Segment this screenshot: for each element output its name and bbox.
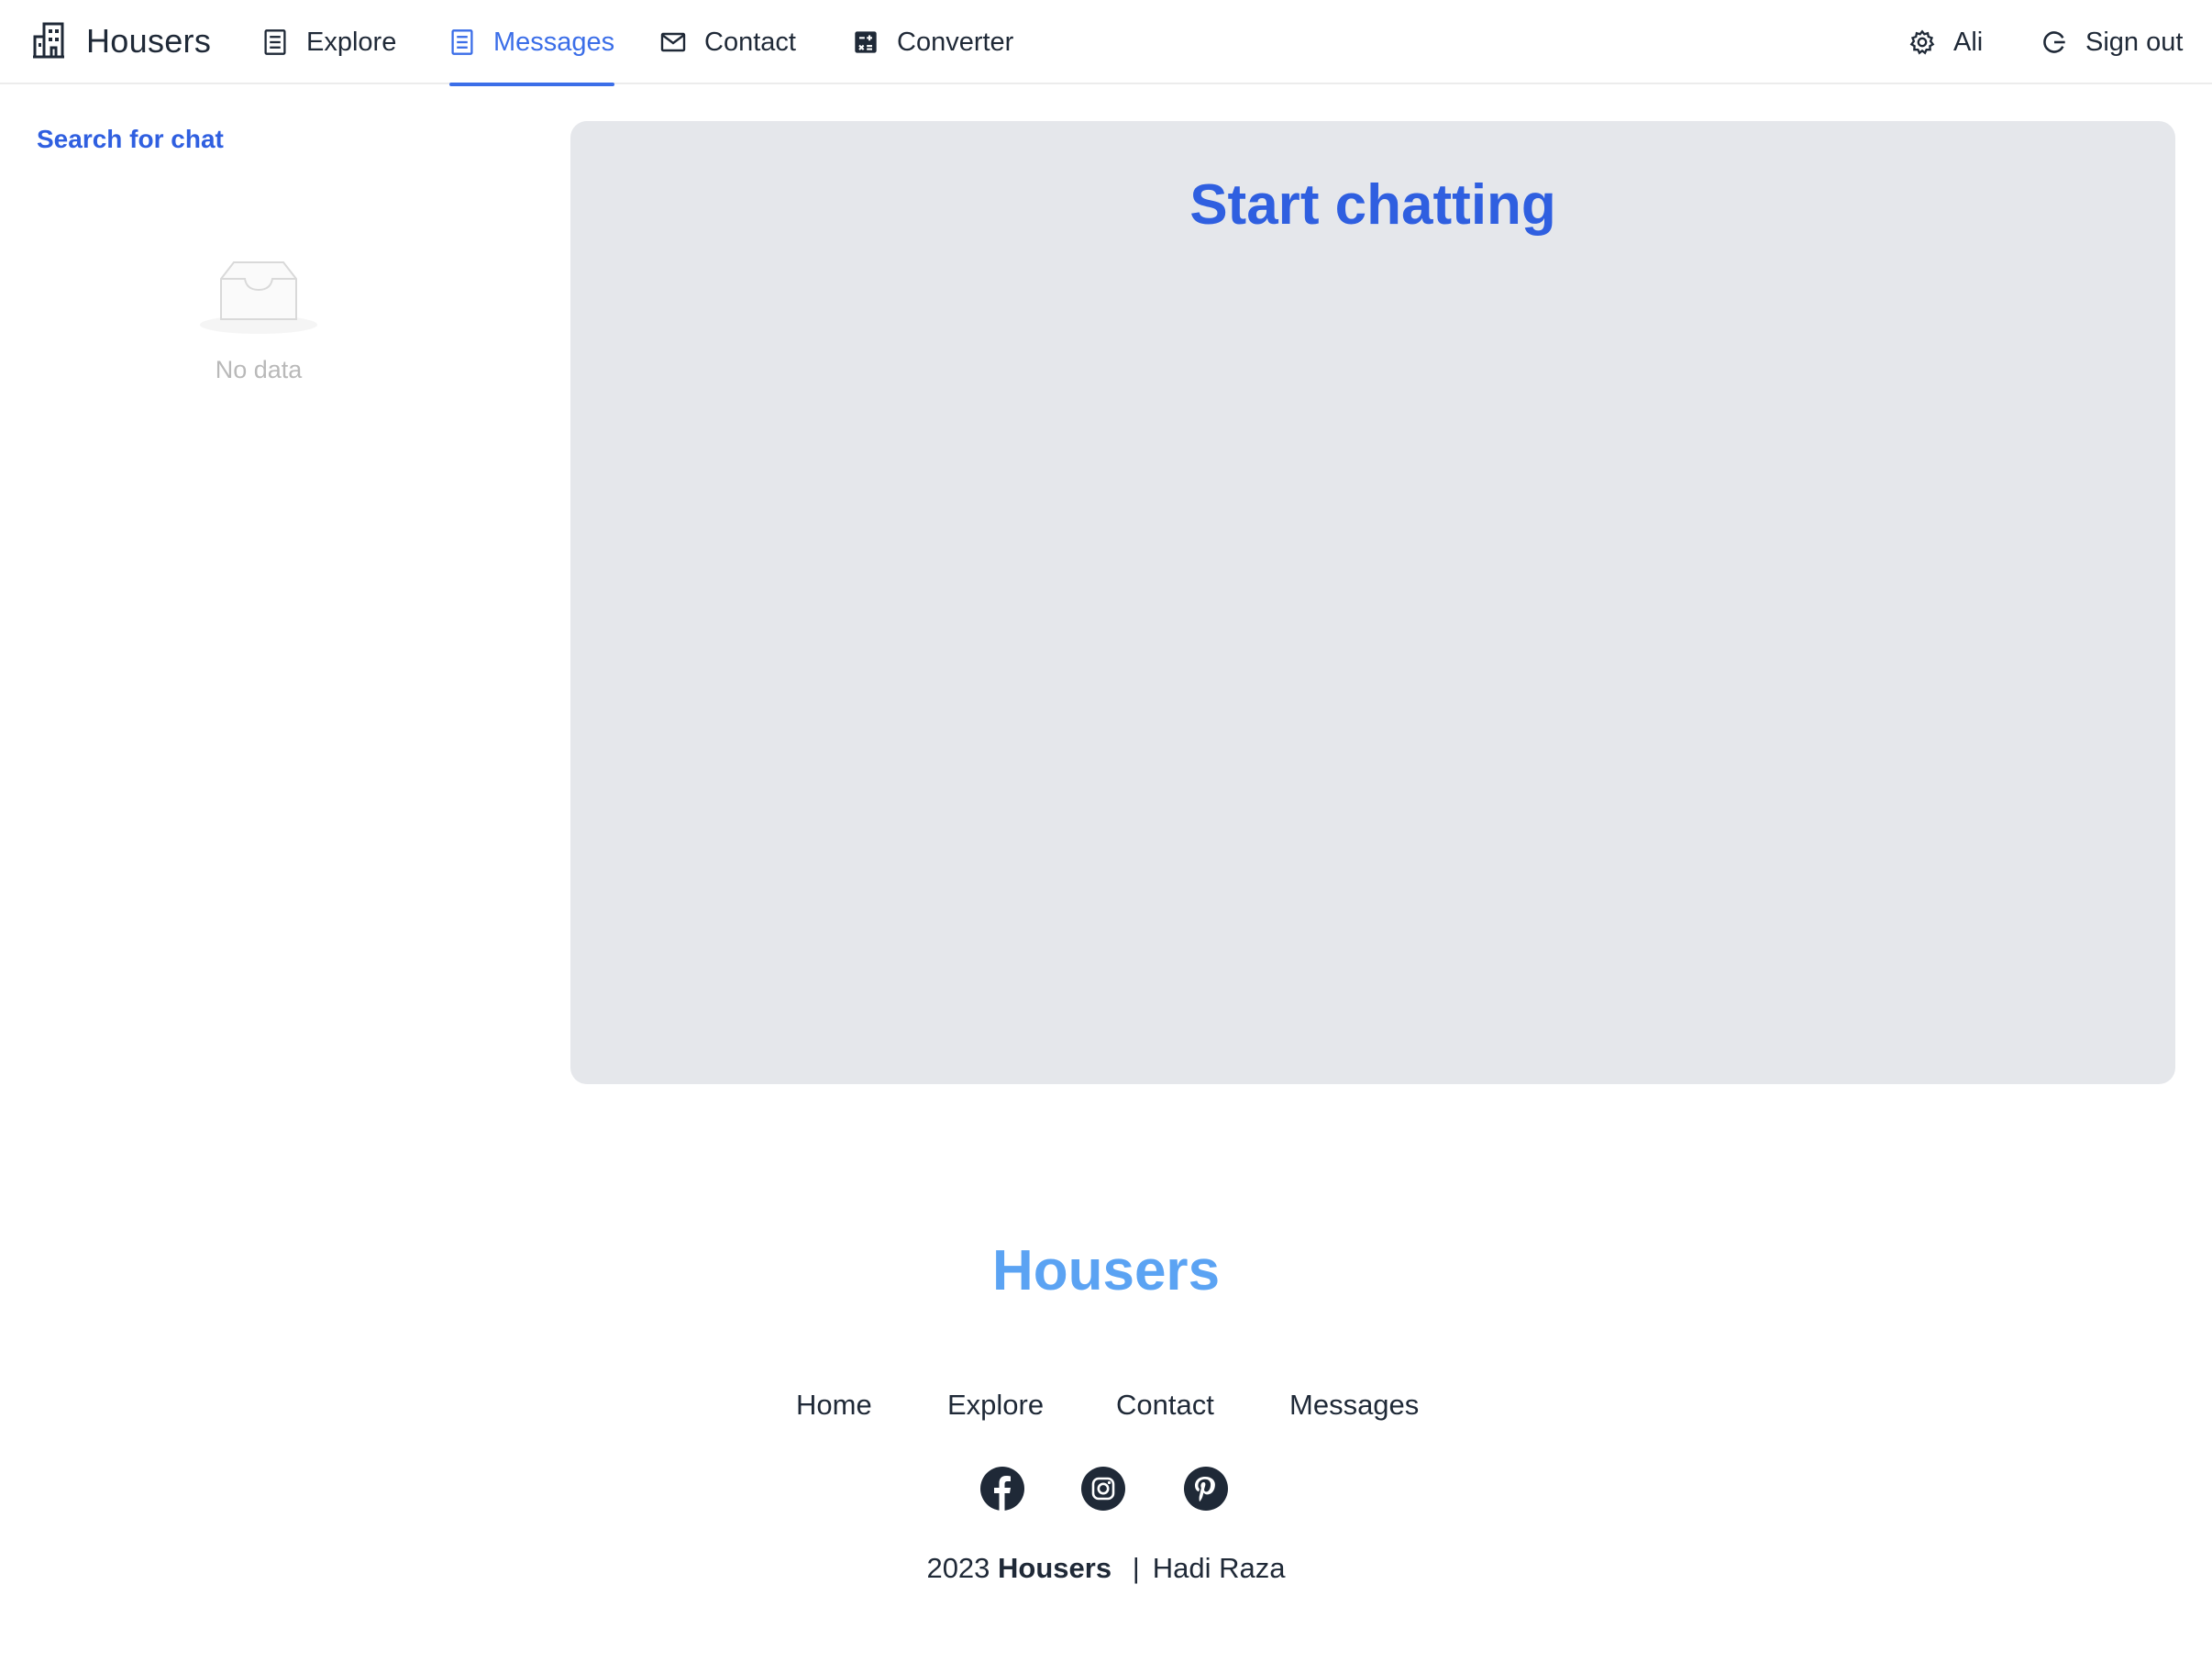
chat-panel: Start chatting	[570, 121, 2175, 1084]
nav-explore-label: Explore	[306, 27, 397, 57]
copyright-separator: |	[1132, 1552, 1140, 1584]
footer-link-contact[interactable]: Contact	[1116, 1389, 1214, 1422]
empty-chat-list: No data	[194, 259, 323, 384]
empty-inbox-icon	[200, 261, 317, 334]
pinterest-link[interactable]	[1183, 1466, 1229, 1512]
chat-title: Start chatting	[1189, 173, 1556, 237]
footer-link-home[interactable]: Home	[796, 1389, 872, 1422]
nav-explore[interactable]: Explore	[262, 0, 396, 84]
search-for-chat-link[interactable]: Search for chat	[37, 125, 224, 154]
gear-icon	[1909, 29, 1935, 55]
sign-out-label: Sign out	[2085, 27, 2184, 57]
calculator-icon	[855, 31, 877, 53]
copyright-brand: Housers	[998, 1552, 1112, 1584]
facebook-icon	[980, 1467, 1024, 1511]
no-data-text: No data	[215, 356, 303, 383]
nav-contact[interactable]: Contact	[660, 0, 796, 84]
nav-messages-label: Messages	[493, 27, 615, 57]
instagram-link[interactable]	[1080, 1466, 1126, 1512]
copyright-year: 2023	[926, 1552, 990, 1584]
building-icon	[31, 20, 66, 63]
sign-out-icon	[2043, 31, 2065, 53]
copyright-author: Hadi Raza	[1152, 1552, 1286, 1584]
nav-contact-label: Contact	[704, 27, 796, 57]
nav-converter[interactable]: Converter	[853, 0, 1013, 84]
envelope-icon	[660, 32, 686, 52]
building-list-icon	[264, 29, 286, 55]
footer-links: Home Explore Contact Messages	[0, 1389, 2212, 1427]
building-list-icon	[451, 29, 473, 55]
instagram-icon	[1081, 1467, 1125, 1511]
brand-logo-link[interactable]: Housers	[31, 17, 211, 66]
nav-messages[interactable]: Messages	[449, 0, 615, 86]
user-name: Ali	[1953, 27, 1984, 57]
nav-converter-label: Converter	[897, 27, 1014, 57]
top-navbar: Housers Explore Messages Contact Convert…	[0, 0, 2212, 86]
footer-link-explore[interactable]: Explore	[947, 1389, 1044, 1422]
brand-name: Housers	[86, 22, 212, 60]
footer-brand[interactable]: Housers	[0, 1238, 2212, 1303]
facebook-link[interactable]	[979, 1466, 1025, 1512]
sign-out-button[interactable]: Sign out	[2041, 0, 2183, 84]
footer-link-messages[interactable]: Messages	[1289, 1389, 1419, 1422]
pinterest-icon	[1184, 1467, 1228, 1511]
copyright-line: 2023 Housers | Hadi Raza	[0, 1552, 2212, 1585]
nav-user-settings[interactable]: Ali	[1909, 0, 1983, 84]
